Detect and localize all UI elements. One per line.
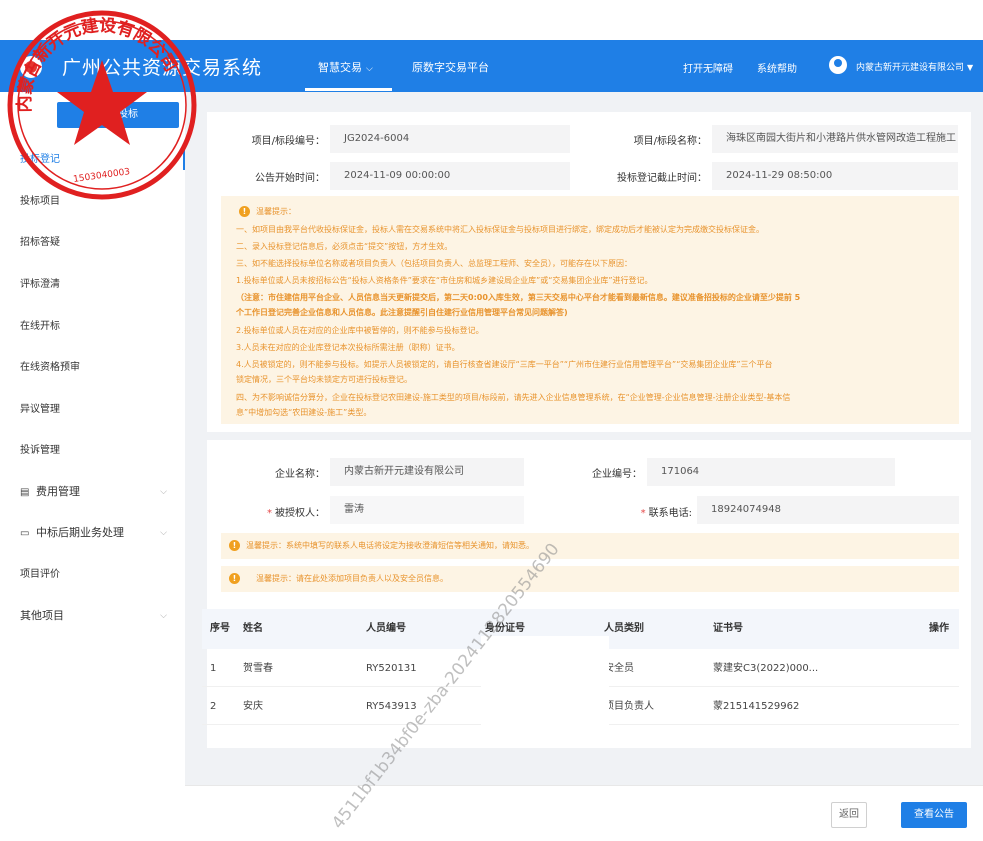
authorized-person-label-text: 被授权人：: [275, 508, 325, 519]
folder-icon: ▭: [20, 528, 30, 539]
authorized-person-select[interactable]: 雷涛: [330, 496, 524, 524]
my-bid-button[interactable]: 我的投标: [57, 102, 179, 128]
sidebar-item-objection[interactable]: 异议管理: [0, 400, 185, 420]
warning-icon: !: [239, 206, 250, 217]
sidebar-group-fees[interactable]: ▤ 费用管理 ⌵: [0, 482, 185, 502]
staff-tip-banner: ! 温馨提示：请在此处添加项目负责人以及安全员信息。: [221, 566, 959, 592]
nav-smart-trading-label: 智慧交易: [318, 61, 362, 74]
phone-tip-text: 温馨提示：系统中填写的联系人电话将设定为接收澄清短信等相关通知，请知悉。: [246, 541, 534, 550]
row-staff-no: RY543913: [366, 701, 417, 712]
sidebar-group-fees-label: 费用管理: [36, 485, 80, 498]
sidebar-item-online-prequalification[interactable]: 在线资格预审: [0, 358, 185, 378]
col-category: 人员类别: [604, 623, 644, 634]
logo-icon: [20, 56, 42, 78]
tip-line: 2.投标单位或人员在对应的企业库中被暂停的，则不能参与投标登记。: [236, 326, 484, 335]
tip-line: 1.投标单位或人员未按招标公告“投标人资格条件”要求在“市住房和城乡建设局企业库…: [236, 276, 653, 285]
tip-line-note: （注意：市住建信用平台企业、人员信息当天更新提交后，第二天0:00入库生效，第三…: [236, 293, 801, 302]
sidebar-item-bid-registration[interactable]: 投标登记: [0, 150, 185, 170]
company-code-label: 企业编号：: [592, 469, 642, 480]
row-name: 贺雪春: [243, 663, 273, 674]
company-name-label: 企业名称：: [275, 469, 325, 480]
col-index: 序号: [210, 623, 230, 634]
caret-down-icon: ▼: [967, 63, 974, 72]
sidebar-group-post-award-label: 中标后期业务处理: [36, 526, 124, 539]
sidebar-group-post-award[interactable]: ▭ 中标后期业务处理 ⌵: [0, 523, 185, 543]
tip-line: 二、录入投标登记信息后，必须点击“提交”按钮，方才生效。: [236, 242, 453, 251]
user-company-name: 内蒙古新开元建设有限公司: [856, 63, 965, 73]
sidebar-item-online-opening[interactable]: 在线开标: [0, 317, 185, 337]
company-name-field: 内蒙古新开元建设有限公司: [330, 458, 524, 486]
user-company-menu[interactable]: 内蒙古新开元建设有限公司 ▼: [856, 60, 973, 73]
sidebar-item-evaluation-clarification[interactable]: 评标澄清: [0, 275, 185, 295]
warm-tips-title: 温馨提示：: [256, 207, 296, 216]
main-content: 项目/标段编号： JG2024-6004 项目/标段名称： 海珠区南园大街片和小…: [185, 92, 983, 841]
tip-line: 锁定情况，三个平台均未锁定方可进行投标登记。: [236, 375, 412, 384]
nav-legacy-platform[interactable]: 原数字交易平台: [412, 59, 489, 75]
sidebar: 我的投标 ‹ 投标登记 投标项目 招标答疑 评标澄清 在线开标 在线资格预审 异…: [0, 92, 189, 841]
project-name-label: 项目/标段名称：: [633, 136, 707, 147]
announce-start-label: 公告开始时间：: [255, 173, 325, 184]
avatar[interactable]: [829, 56, 847, 74]
chevron-down-icon: ⌵: [160, 611, 167, 621]
authorized-person-label: * 被授权人：: [267, 508, 325, 519]
contact-phone-field[interactable]: 18924074948: [697, 496, 959, 524]
row-cert-no: 蒙建安C3(2022)000...: [713, 663, 819, 674]
tip-line: 一、如项目由我平台代收投标保证金，投标人需在交易系统中将汇入投标保证金与投标项目…: [236, 225, 764, 234]
registration-deadline-field: 2024-11-29 08:50:00: [712, 162, 958, 190]
sidebar-item-project-evaluation[interactable]: 项目评价: [0, 565, 185, 585]
tip-line: 4.人员被锁定的，则不能参与投标。如提示人员被锁定的，请自行核查省建设厅“三库一…: [236, 360, 773, 369]
col-cert-no: 证书号: [713, 623, 743, 634]
tip-line: 三、如不能选择投标单位名称或者项目负责人（包括项目负责人、总监理工程师、安全员）…: [236, 259, 632, 268]
col-name: 姓名: [243, 623, 263, 634]
sidebar-group-other-projects[interactable]: 其他项目 ⌵: [0, 606, 185, 626]
row-staff-no: RY520131: [366, 663, 417, 674]
registration-deadline-label: 投标登记截止时间：: [617, 173, 707, 184]
help-link[interactable]: 系统帮助: [757, 60, 797, 75]
sidebar-item-complaint[interactable]: 投诉管理: [0, 441, 185, 461]
row-index: 2: [210, 701, 217, 712]
sidebar-item-tender-qa[interactable]: 招标答疑: [0, 233, 185, 253]
company-code-field: 171064: [647, 458, 895, 486]
staff-tip-text: 温馨提示：请在此处添加项目负责人以及安全员信息。: [256, 574, 448, 583]
tip-line: 息”中增加勾选“农田建设-施工”类型。: [236, 408, 372, 417]
sidebar-item-bid-projects[interactable]: 投标项目: [0, 192, 185, 212]
chevron-down-icon: ⌵: [160, 528, 167, 538]
nav-active-indicator: [305, 88, 392, 91]
tip-line-note: 个工作日登记完善企业信息和人员信息。此注意提醒引自住建行业信用管理平台常见问题解…: [236, 308, 568, 317]
row-cert-no: 蒙215141529962: [713, 701, 800, 712]
col-staff-no: 人员编号: [366, 623, 406, 634]
accessibility-link[interactable]: 打开无障碍: [683, 60, 733, 75]
project-code-label: 项目/标段编号：: [251, 136, 325, 147]
top-bar: 广州公共资源交易系统 智慧交易 ⌵ 原数字交易平台 打开无障碍 系统帮助 内蒙古新…: [0, 40, 983, 92]
footer-bar: 返回 查看公告: [185, 785, 983, 841]
chevron-down-icon: ⌵: [160, 487, 167, 497]
col-actions: 操作: [929, 623, 949, 634]
contact-phone-label-text: 联系电话:: [648, 508, 692, 519]
row-name: 安庆: [243, 701, 263, 712]
id-number-redaction: [481, 636, 609, 738]
row-index: 1: [210, 663, 217, 674]
tip-line: 四、为不影响诚信分算分，企业在投标登记农田建设-施工类型的项目/标段前，请先进入…: [236, 393, 791, 402]
contact-phone-label: * 联系电话:: [640, 508, 692, 519]
view-notice-button[interactable]: 查看公告: [901, 802, 967, 828]
project-name-field: 海珠区南园大街片和小港路片供水管网改造工程施工: [712, 125, 958, 153]
warm-tips-panel: ! 温馨提示： 一、如项目由我平台代收投标保证金，投标人需在交易系统中将汇入投标保…: [221, 196, 959, 424]
warning-icon: !: [229, 540, 240, 551]
tip-line: 3.人员未在对应的企业库登记本次投标所需注册（职称）证书。: [236, 343, 460, 352]
project-card: 项目/标段编号： JG2024-6004 项目/标段名称： 海珠区南园大街片和小…: [207, 112, 971, 432]
phone-tip-banner: ! 温馨提示：系统中填写的联系人电话将设定为接收澄清短信等相关通知，请知悉。: [221, 533, 959, 559]
nav-smart-trading[interactable]: 智慧交易 ⌵: [318, 59, 373, 75]
project-code-field: JG2024-6004: [330, 125, 570, 153]
warning-icon: !: [229, 573, 240, 584]
back-button[interactable]: 返回: [831, 802, 867, 828]
row-category: 项目负责人: [604, 701, 654, 712]
money-icon: ▤: [20, 487, 30, 498]
app-title: 广州公共资源交易系统: [62, 57, 263, 79]
announce-start-field: 2024-11-09 00:00:00: [330, 162, 570, 190]
sidebar-group-other-label: 其他项目: [20, 609, 64, 622]
chevron-down-icon: ⌵: [366, 64, 373, 74]
